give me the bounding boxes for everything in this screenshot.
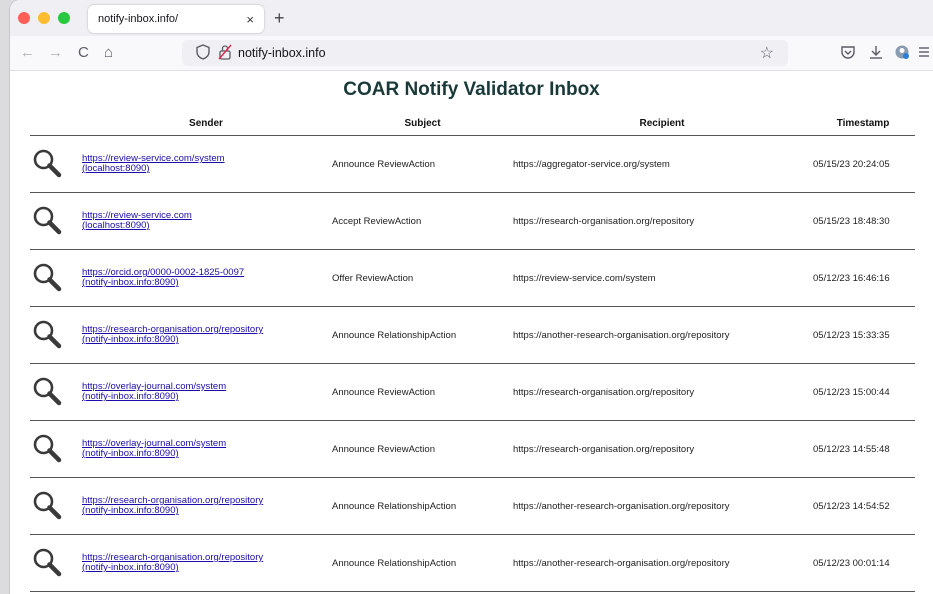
tab-notify-inbox[interactable]: notify-inbox.info/ × bbox=[88, 5, 264, 33]
forward-button[interactable]: → bbox=[48, 44, 63, 62]
menu-icon[interactable] bbox=[918, 44, 930, 65]
sender-link[interactable]: https://orcid.org/0000-0002-1825-0097 (no… bbox=[82, 268, 332, 288]
sender-host: (notify-inbox.info:8090) bbox=[82, 562, 179, 573]
table-row: https://orcid.org/0000-0002-1825-0097 (no… bbox=[30, 249, 915, 307]
subject-cell: Offer ReviewAction bbox=[332, 249, 513, 307]
bookmark-star-icon[interactable]: ☆ bbox=[760, 43, 774, 63]
tab-close-icon[interactable]: × bbox=[246, 12, 254, 27]
maximize-window-button[interactable] bbox=[58, 12, 70, 24]
sender-cell: https://research-organisation.org/reposi… bbox=[80, 477, 332, 535]
sender-host: (notify-inbox.info:8090) bbox=[82, 448, 179, 459]
subject-column-header: Subject bbox=[332, 111, 513, 136]
sender-cell: https://research-organisation.org/reposi… bbox=[80, 306, 332, 364]
close-window-button[interactable] bbox=[18, 12, 30, 24]
recipient-cell: https://research-organisation.org/reposi… bbox=[513, 420, 811, 478]
sender-cell: https://review-service.com/system (localh… bbox=[80, 135, 332, 193]
navigation-bar: ← → C ⌂ notify-inbox.info ☆ bbox=[10, 36, 933, 71]
sender-host: (notify-inbox.info:8090) bbox=[82, 277, 179, 288]
timestamp-column-header: Timestamp bbox=[811, 111, 915, 136]
subject-cell: Announce RelationshipAction bbox=[332, 306, 513, 364]
timestamp-cell: 05/12/23 14:54:52 bbox=[811, 477, 915, 535]
recipient-cell: https://research-organisation.org/reposi… bbox=[513, 363, 811, 421]
magnifier-icon[interactable] bbox=[32, 206, 62, 238]
table-row: https://review-service.com (localhost:809… bbox=[30, 192, 915, 250]
timestamp-cell: 05/12/23 00:01:14 bbox=[811, 534, 915, 592]
reload-button[interactable]: C bbox=[78, 44, 89, 62]
magnifier-icon[interactable] bbox=[32, 149, 62, 181]
magnifier-icon[interactable] bbox=[32, 548, 62, 580]
sender-cell: https://overlay-journal.com/system (notif… bbox=[80, 363, 332, 421]
table-row: https://research-organisation.org/reposi… bbox=[30, 477, 915, 535]
table-row: https://research-organisation.org/reposi… bbox=[30, 306, 915, 364]
table-header-row: Sender Subject Recipient Timestamp bbox=[30, 111, 915, 136]
sender-link[interactable]: https://research-organisation.org/reposi… bbox=[82, 496, 332, 516]
sender-cell: https://review-service.com (localhost:809… bbox=[80, 192, 332, 250]
recipient-column-header: Recipient bbox=[513, 111, 811, 136]
sender-host: (notify-inbox.info:8090) bbox=[82, 391, 179, 402]
inbox-table: Sender Subject Recipient Timestamp https… bbox=[30, 111, 915, 592]
tab-title: notify-inbox.info/ bbox=[98, 13, 179, 25]
timestamp-cell: 05/12/23 15:00:44 bbox=[811, 363, 915, 421]
sender-host: (localhost:8090) bbox=[82, 220, 150, 231]
subject-cell: Accept ReviewAction bbox=[332, 192, 513, 250]
table-row: https://research-organisation.org/reposi… bbox=[30, 534, 915, 592]
magnifier-icon[interactable] bbox=[32, 377, 62, 409]
recipient-cell: https://another-research-organisation.or… bbox=[513, 306, 811, 364]
sender-link[interactable]: https://review-service.com/system (localh… bbox=[82, 154, 332, 174]
timestamp-cell: 05/12/23 14:55:48 bbox=[811, 420, 915, 478]
table-row: https://review-service.com/system (localh… bbox=[30, 135, 915, 193]
recipient-cell: https://aggregator-service.org/system bbox=[513, 135, 811, 193]
sender-cell: https://research-organisation.org/reposi… bbox=[80, 534, 332, 592]
shield-icon[interactable] bbox=[196, 44, 210, 65]
address-bar[interactable]: notify-inbox.info ☆ bbox=[182, 40, 788, 66]
table-row: https://overlay-journal.com/system (notif… bbox=[30, 363, 915, 421]
sender-cell: https://overlay-journal.com/system (notif… bbox=[80, 420, 332, 478]
subject-cell: Announce ReviewAction bbox=[332, 363, 513, 421]
sender-column-header: Sender bbox=[80, 111, 332, 136]
timestamp-cell: 05/12/23 15:33:35 bbox=[811, 306, 915, 364]
page-title: COAR Notify Validator Inbox bbox=[343, 79, 600, 100]
timestamp-cell: 05/15/23 18:48:30 bbox=[811, 192, 915, 250]
timestamp-cell: 05/15/23 20:24:05 bbox=[811, 135, 915, 193]
icon-column-header bbox=[30, 111, 80, 136]
sender-link[interactable]: https://overlay-journal.com/system (notif… bbox=[82, 382, 332, 402]
recipient-cell: https://another-research-organisation.or… bbox=[513, 534, 811, 592]
subject-cell: Announce RelationshipAction bbox=[332, 477, 513, 535]
magnifier-icon[interactable] bbox=[32, 491, 62, 523]
page-content: COAR Notify Validator Inbox Sender Subje… bbox=[10, 71, 933, 594]
subject-cell: Announce ReviewAction bbox=[332, 135, 513, 193]
sender-host: (localhost:8090) bbox=[82, 163, 150, 174]
recipient-cell: https://review-service.com/system bbox=[513, 249, 811, 307]
subject-cell: Announce ReviewAction bbox=[332, 420, 513, 478]
sender-link[interactable]: https://research-organisation.org/reposi… bbox=[82, 553, 332, 573]
magnifier-icon[interactable] bbox=[32, 434, 62, 466]
recipient-cell: https://research-organisation.org/reposi… bbox=[513, 192, 811, 250]
home-button[interactable]: ⌂ bbox=[104, 44, 113, 62]
url-text[interactable]: notify-inbox.info bbox=[238, 46, 326, 60]
account-extension-icon[interactable] bbox=[894, 44, 910, 65]
browser-window: notify-inbox.info/ × + ← → C ⌂ notify-in… bbox=[10, 0, 933, 594]
sender-host: (notify-inbox.info:8090) bbox=[82, 334, 179, 345]
sender-link[interactable]: https://review-service.com (localhost:809… bbox=[82, 211, 332, 231]
tab-bar: notify-inbox.info/ × + bbox=[10, 0, 933, 36]
insecure-lock-icon[interactable] bbox=[218, 44, 232, 65]
subject-cell: Announce RelationshipAction bbox=[332, 534, 513, 592]
magnifier-icon[interactable] bbox=[32, 320, 62, 352]
sender-cell: https://orcid.org/0000-0002-1825-0097 (no… bbox=[80, 249, 332, 307]
back-button[interactable]: ← bbox=[20, 44, 35, 62]
sender-host: (notify-inbox.info:8090) bbox=[82, 505, 179, 516]
new-tab-button[interactable]: + bbox=[274, 8, 285, 29]
recipient-cell: https://another-research-organisation.or… bbox=[513, 477, 811, 535]
sender-link[interactable]: https://overlay-journal.com/system (notif… bbox=[82, 439, 332, 459]
timestamp-cell: 05/12/23 16:46:16 bbox=[811, 249, 915, 307]
pocket-icon[interactable] bbox=[840, 44, 856, 65]
sender-link[interactable]: https://research-organisation.org/reposi… bbox=[82, 325, 332, 345]
table-row: https://overlay-journal.com/system (notif… bbox=[30, 420, 915, 478]
window-controls bbox=[18, 12, 70, 24]
magnifier-icon[interactable] bbox=[32, 263, 62, 295]
minimize-window-button[interactable] bbox=[38, 12, 50, 24]
download-icon[interactable] bbox=[868, 44, 884, 65]
inbox-rows: https://review-service.com/system (localh… bbox=[30, 135, 915, 592]
